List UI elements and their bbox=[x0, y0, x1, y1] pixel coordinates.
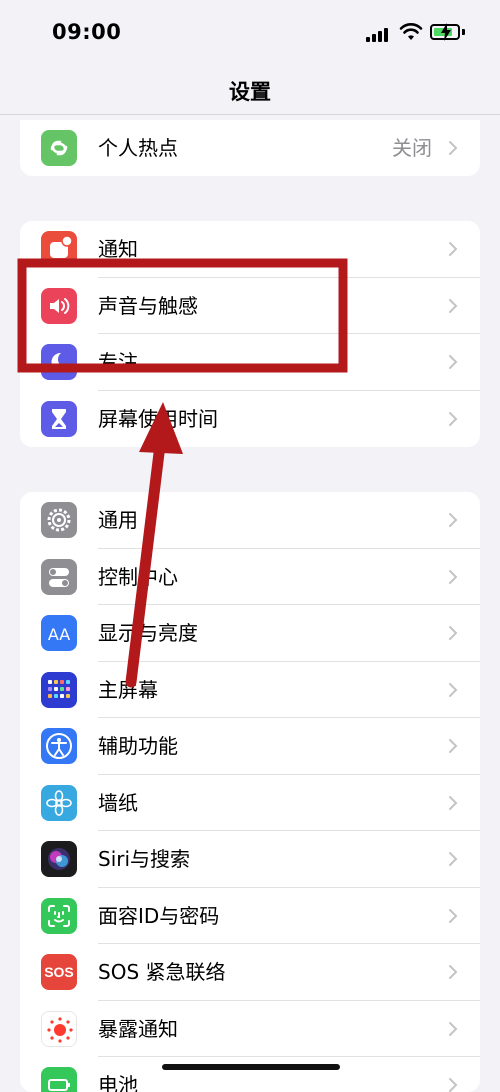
sos-icon-text: SOS bbox=[44, 964, 74, 980]
gear-icon bbox=[41, 502, 77, 538]
settings-row-exposure[interactable]: 暴露通知 bbox=[20, 1001, 480, 1057]
settings-row-label: 显示与亮度 bbox=[98, 621, 198, 645]
face-id-icon bbox=[41, 897, 77, 934]
settings-row-control-center[interactable]: 控制中心 bbox=[20, 549, 480, 605]
chevron-right-icon bbox=[449, 513, 458, 527]
hotspot-icon bbox=[41, 130, 77, 166]
hotspot-value: 关闭 bbox=[392, 136, 432, 160]
settings-row-sos[interactable]: SOS SOS 紧急联络 bbox=[20, 944, 480, 1001]
settings-row-face-id[interactable]: 面容ID与密码 bbox=[20, 888, 480, 944]
chevron-right-icon bbox=[449, 242, 458, 256]
settings-row-battery[interactable]: 电池 bbox=[20, 1057, 480, 1092]
svg-text:AA: AA bbox=[48, 625, 70, 644]
settings-row-sounds[interactable]: 声音与触感 bbox=[20, 278, 480, 334]
settings-row-hotspot[interactable]: 个人热点 关闭 bbox=[20, 120, 480, 176]
sound-icon bbox=[41, 287, 77, 324]
settings-row-label: 主屏幕 bbox=[98, 677, 158, 702]
chevron-right-icon bbox=[449, 739, 458, 753]
settings-group-general: 通用 控制中心 AA 显示与亮度 主屏幕 辅助功能 墙纸 Siri与搜索 面容I… bbox=[20, 492, 480, 1092]
settings-row-notifications[interactable]: 通知 bbox=[20, 221, 480, 278]
chevron-right-icon bbox=[449, 795, 458, 810]
settings-row-label: Siri与搜索 bbox=[98, 847, 191, 871]
settings-row-label: 暴露通知 bbox=[98, 1016, 178, 1041]
battery-icon bbox=[41, 1067, 77, 1092]
settings-row-home-screen[interactable]: 主屏幕 bbox=[20, 662, 480, 718]
settings-group-alerts: 通知 声音与触感 专注 屏幕使用时间 bbox=[20, 221, 480, 447]
nav-divider bbox=[0, 114, 500, 115]
settings-row-label: 通知 bbox=[98, 237, 138, 261]
accessibility-icon bbox=[41, 728, 77, 764]
chevron-right-icon bbox=[449, 569, 458, 584]
chevron-right-icon bbox=[449, 411, 458, 426]
settings-row-label: 通用 bbox=[98, 508, 138, 532]
chevron-right-icon bbox=[449, 908, 458, 923]
settings-row-label: 辅助功能 bbox=[98, 734, 178, 758]
exposure-icon bbox=[41, 1010, 77, 1047]
settings-row-screen-time[interactable]: 屏幕使用时间 bbox=[20, 391, 480, 448]
settings-group-network: 个人热点 关闭 bbox=[20, 120, 480, 176]
chevron-right-icon bbox=[449, 852, 458, 866]
settings-row-focus[interactable]: 专注 bbox=[20, 334, 480, 391]
notifications-icon bbox=[41, 231, 77, 267]
status-bar: 09:00 bbox=[0, 0, 500, 66]
sos-icon: SOS bbox=[41, 954, 77, 990]
siri-icon bbox=[41, 841, 77, 877]
status-time: 09:00 bbox=[52, 20, 122, 44]
home-indicator[interactable] bbox=[162, 1064, 340, 1070]
focus-icon bbox=[41, 344, 77, 380]
settings-row-accessibility[interactable]: 辅助功能 bbox=[20, 718, 480, 775]
chevron-right-icon bbox=[449, 298, 458, 313]
display-icon: AA bbox=[41, 615, 77, 651]
wifi-icon bbox=[399, 23, 423, 40]
settings-row-label: 屏幕使用时间 bbox=[98, 406, 218, 431]
chevron-right-icon bbox=[449, 626, 458, 640]
settings-row-label: 电池 bbox=[98, 1073, 138, 1092]
control-center-icon bbox=[41, 558, 77, 595]
settings-row-label: 控制中心 bbox=[98, 564, 178, 589]
chevron-right-icon bbox=[449, 1078, 458, 1092]
settings-row-label: 专注 bbox=[98, 350, 138, 374]
settings-row-label: SOS 紧急联络 bbox=[98, 960, 226, 984]
wallpaper-icon bbox=[41, 784, 77, 821]
signal-icon bbox=[366, 28, 390, 42]
settings-row-wallpaper[interactable]: 墙纸 bbox=[20, 775, 480, 831]
settings-row-general[interactable]: 通用 bbox=[20, 492, 480, 549]
chevron-right-icon bbox=[449, 965, 458, 979]
settings-row-label: 墙纸 bbox=[98, 790, 138, 815]
settings-row-display[interactable]: AA 显示与亮度 bbox=[20, 605, 480, 662]
charging-bolt-icon bbox=[441, 23, 451, 41]
settings-row-label: 个人热点 bbox=[98, 136, 178, 160]
settings-row-label: 声音与触感 bbox=[98, 293, 198, 318]
chevron-right-icon bbox=[449, 682, 458, 697]
chevron-right-icon bbox=[449, 355, 458, 369]
chevron-right-icon bbox=[449, 1021, 458, 1036]
screen-time-icon bbox=[41, 400, 77, 437]
settings-row-label: 面容ID与密码 bbox=[98, 903, 220, 928]
home-screen-icon bbox=[41, 671, 77, 708]
chevron-right-icon bbox=[449, 141, 458, 155]
page-title: 设置 bbox=[229, 80, 271, 104]
settings-row-siri[interactable]: Siri与搜索 bbox=[20, 831, 480, 888]
